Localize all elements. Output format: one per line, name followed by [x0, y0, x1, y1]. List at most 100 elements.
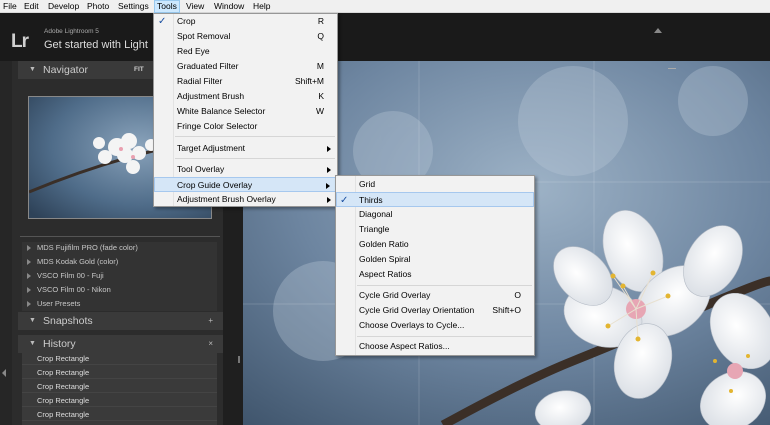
menu-item-label: Diagonal [359, 209, 393, 219]
menu-item-crop-guide-overlay[interactable]: Crop Guide Overlay [154, 177, 337, 192]
menu-item-adjustment-brush[interactable]: Adjustment Brush K [154, 89, 337, 104]
menu-settings[interactable]: Settings [118, 0, 149, 13]
menu-item-label: Target Adjustment [177, 143, 246, 153]
menu-item-spot-removal[interactable]: Spot Removal Q [154, 29, 337, 44]
menu-item-fringe-color-selector[interactable]: Fringe Color Selector [154, 119, 337, 134]
menu-item-white-balance-selector[interactable]: White Balance Selector W [154, 104, 337, 119]
expand-triangle-icon [27, 287, 31, 293]
menu-separator [357, 285, 532, 286]
crop-handle[interactable] [668, 68, 676, 69]
history-header[interactable]: ▼ History × [18, 335, 223, 353]
menu-separator [357, 336, 532, 337]
history-row[interactable]: Crop Rectangle [22, 353, 217, 365]
menu-item-label: Crop Guide Overlay [177, 180, 253, 190]
collapse-left-panel-icon[interactable] [2, 369, 6, 377]
expand-triangle-icon [27, 301, 31, 307]
menu-item-label: Graduated Filter [177, 61, 239, 71]
menu-item-radial-filter[interactable]: Radial Filter Shift+M [154, 74, 337, 89]
menu-item-choose-aspect-ratios[interactable]: Choose Aspect Ratios... [336, 339, 534, 354]
left-panel-edge [0, 61, 12, 425]
menu-item-grid[interactable]: Grid [336, 177, 534, 192]
zoom-fit-button[interactable]: FIT [134, 66, 144, 73]
menu-item-diagonal[interactable]: Diagonal [336, 207, 534, 222]
presets-list: MDS Fujifilm PRO (fade color) MDS Kodak … [22, 242, 217, 311]
menu-item-label: Thirds [359, 195, 383, 205]
tools-menu: ✓ Crop R Spot Removal Q Red Eye Graduate… [153, 13, 338, 207]
expand-triangle-icon [27, 259, 31, 265]
menu-item-red-eye[interactable]: Red Eye [154, 44, 337, 59]
catalog-title: Get started with Light [44, 39, 148, 51]
disclosure-triangle-icon: ▼ [29, 317, 36, 324]
menu-item-crop[interactable]: ✓ Crop R [154, 14, 337, 29]
preset-item[interactable]: VSCO Film 00 - Fuji [27, 271, 104, 280]
history-list: Crop Rectangle Crop Rectangle Crop Recta… [22, 353, 217, 425]
menu-item-label: Cycle Grid Overlay [359, 290, 431, 300]
menu-item-shortcut: Shift+O [492, 305, 521, 315]
menu-help[interactable]: Help [253, 0, 270, 13]
snapshots-title: Snapshots [43, 315, 93, 327]
menu-item-shortcut: K [318, 91, 324, 101]
menu-item-adjustment-brush-overlay[interactable]: Adjustment Brush Overlay [154, 192, 337, 207]
menu-file[interactable]: File [3, 0, 17, 13]
menu-item-label: White Balance Selector [177, 106, 266, 116]
preset-label: MDS Kodak Gold (color) [37, 257, 119, 266]
menu-item-label: Triangle [359, 224, 390, 234]
menu-view[interactable]: View [186, 0, 204, 13]
add-snapshot-icon[interactable]: + [208, 312, 213, 330]
history-row[interactable]: Crop Rectangle [22, 395, 217, 407]
menu-item-choose-overlays-to-cycle[interactable]: Choose Overlays to Cycle... [336, 318, 534, 333]
menu-item-aspect-ratios[interactable]: Aspect Ratios [336, 267, 534, 282]
panel-divider [20, 236, 220, 237]
preset-item[interactable]: User Presets [27, 299, 81, 308]
identity-plate: Lr Adobe Lightroom 5 Get started with Li… [0, 13, 770, 61]
menu-item-label: Adjustment Brush [177, 91, 245, 101]
menu-item-shortcut: R [317, 16, 324, 26]
snapshots-header[interactable]: ▼ Snapshots + [18, 312, 223, 330]
menu-item-thirds[interactable]: ✓ Thirds [336, 192, 534, 207]
submenu-arrow-icon [327, 197, 331, 203]
menu-item-cycle-grid-overlay-orientation[interactable]: Cycle Grid Overlay Orientation Shift+O [336, 303, 534, 318]
menu-item-triangle[interactable]: Triangle [336, 222, 534, 237]
disclosure-triangle-icon: ▼ [29, 340, 36, 347]
menu-tools[interactable]: Tools [154, 0, 180, 13]
menu-item-label: Red Eye [177, 46, 210, 56]
menu-item-target-adjustment[interactable]: Target Adjustment [154, 141, 337, 156]
menu-bar: File Edit Develop Photo Settings Tools V… [0, 0, 770, 13]
check-icon: ✓ [158, 16, 167, 27]
menu-item-label: Cycle Grid Overlay Orientation [359, 305, 475, 315]
menu-separator [175, 158, 335, 159]
menu-item-label: Crop [177, 16, 196, 26]
menu-item-label: Grid [359, 179, 376, 189]
collapse-top-panel-icon[interactable] [654, 28, 662, 33]
menu-item-label: Adjustment Brush Overlay [177, 194, 276, 204]
preset-item[interactable]: VSCO Film 00 - Nikon [27, 285, 111, 294]
clear-history-icon[interactable]: × [208, 335, 213, 353]
menu-item-label: Golden Spiral [359, 254, 411, 264]
menu-photo[interactable]: Photo [87, 0, 109, 13]
history-row[interactable]: Crop Rectangle [22, 367, 217, 379]
panel-resize-handle[interactable] [238, 356, 240, 363]
history-row[interactable]: Crop Rectangle [22, 381, 217, 393]
menu-item-label: Tool Overlay [177, 164, 225, 174]
menu-item-golden-spiral[interactable]: Golden Spiral [336, 252, 534, 267]
preset-label: VSCO Film 00 - Nikon [37, 285, 111, 294]
menu-item-label: Golden Ratio [359, 239, 409, 249]
menu-item-graduated-filter[interactable]: Graduated Filter M [154, 59, 337, 74]
preset-item[interactable]: MDS Fujifilm PRO (fade color) [27, 243, 138, 252]
menu-separator [175, 136, 335, 137]
menu-edit[interactable]: Edit [24, 0, 39, 13]
history-row[interactable]: Crop Rectangle [22, 409, 217, 421]
preset-label: VSCO Film 00 - Fuji [37, 271, 104, 280]
menu-item-golden-ratio[interactable]: Golden Ratio [336, 237, 534, 252]
menu-item-tool-overlay[interactable]: Tool Overlay [154, 162, 337, 177]
preset-label: User Presets [37, 299, 81, 308]
check-icon: ✓ [340, 195, 349, 206]
preset-item[interactable]: MDS Kodak Gold (color) [27, 257, 119, 266]
menu-item-cycle-grid-overlay[interactable]: Cycle Grid Overlay O [336, 288, 534, 303]
history-title: History [43, 338, 76, 350]
menu-window[interactable]: Window [214, 0, 244, 13]
menu-item-label: Choose Aspect Ratios... [359, 341, 450, 351]
menu-item-shortcut: M [316, 61, 324, 71]
menu-develop[interactable]: Develop [48, 0, 79, 13]
menu-item-shortcut: Shift+M [294, 76, 324, 86]
